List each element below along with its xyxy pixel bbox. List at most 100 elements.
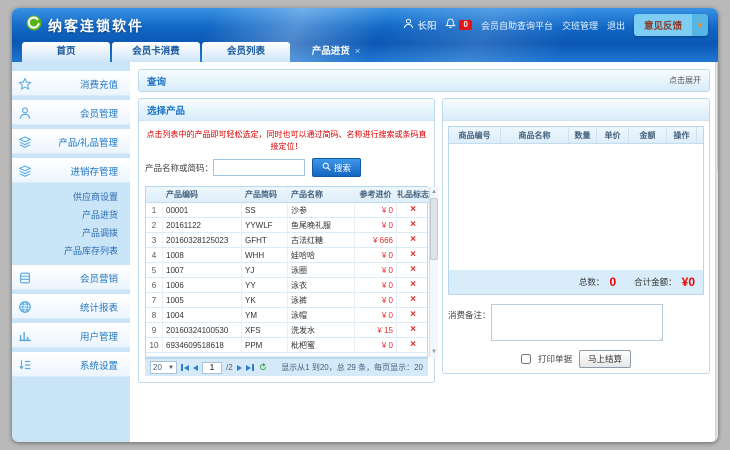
- product-cell: ¥ 0: [355, 338, 397, 352]
- checkout-button[interactable]: 马上结算: [579, 350, 631, 368]
- product-cell: 8: [146, 308, 163, 322]
- sidebar-item-label: 进销存管理: [38, 164, 130, 178]
- select-product-body: 点击列表中的产品即可轻松选定，同时也可以通过简码、名称进行搜索或条码直接定位！ …: [139, 120, 434, 382]
- product-table-header-row: 产品编码产品简码产品名称参考进价礼品标志: [146, 187, 429, 203]
- sidebar-item-label: 消费充值: [38, 77, 130, 91]
- product-cell: 1008: [163, 248, 242, 262]
- nav-link-self-service[interactable]: 会员自助查询平台: [481, 19, 553, 32]
- remark-textarea[interactable]: [491, 304, 663, 341]
- table-scrollbar[interactable]: ▲ ▼: [429, 187, 438, 357]
- product-cell: 洗发水: [288, 323, 355, 337]
- remark-row: 消费备注：: [448, 304, 704, 341]
- sidebar-item-label: 产品/礼品管理: [38, 135, 130, 149]
- expand-toggle[interactable]: 点击展开: [669, 75, 701, 86]
- product-cell: ¥ 0: [355, 278, 397, 292]
- sidebar-item-0[interactable]: 消费充值: [12, 71, 130, 96]
- sidebar-submenu: 供应商设置产品进货产品调拨产品库存列表: [12, 187, 130, 265]
- sidebar-item-1[interactable]: 会员管理: [12, 100, 130, 125]
- product-cell: YM: [242, 308, 288, 322]
- feedback-label: 意见反馈: [634, 14, 692, 36]
- submenu-item-3[interactable]: 产品库存列表: [12, 242, 130, 260]
- submenu-item-0[interactable]: 供应商设置: [12, 188, 130, 206]
- sidebar-item-6[interactable]: 用户管理: [12, 323, 130, 348]
- notification-area[interactable]: 0: [445, 18, 471, 32]
- scroll-up-icon[interactable]: ▲: [431, 187, 437, 197]
- product-cell: ¥ 666: [355, 233, 397, 247]
- first-page-button[interactable]: [181, 364, 189, 371]
- product-cell: GFHT: [242, 233, 288, 247]
- refresh-icon[interactable]: [258, 362, 268, 374]
- user-icon: [12, 106, 38, 120]
- current-user[interactable]: 长阳: [403, 18, 436, 32]
- product-row-6[interactable]: 61006YY泳衣¥ 0×: [146, 278, 429, 293]
- pagination-bar: 20 ▼ /2 显示从1 到20，总: [145, 358, 428, 376]
- total-amount-value: ¥0: [682, 275, 695, 289]
- cross-icon: ×: [410, 340, 416, 350]
- scroll-thumb[interactable]: [430, 198, 438, 260]
- chevron-down-icon: ▼: [168, 365, 174, 371]
- submenu-item-2[interactable]: 产品调拨: [12, 224, 130, 242]
- product-row-4[interactable]: 41008WHH娃哈哈¥ 0×: [146, 248, 429, 263]
- sidebar-item-label: 会员营销: [38, 271, 130, 285]
- page-size-select[interactable]: 20 ▼: [150, 361, 177, 374]
- tab-3[interactable]: 产品进货×: [292, 42, 380, 62]
- tab-0[interactable]: 首页: [22, 42, 110, 62]
- query-panel-header[interactable]: 查询 点击展开: [139, 70, 709, 91]
- cart-column-header: 商品编号: [449, 127, 501, 143]
- product-cell: 6934609518618: [163, 338, 242, 352]
- sidebar-item-2[interactable]: 产品/礼品管理: [12, 129, 130, 154]
- nav-link-shift-manage[interactable]: 交班管理: [562, 19, 598, 32]
- app-title: 纳客连锁软件: [48, 16, 144, 36]
- product-cell: PPM: [242, 338, 288, 352]
- product-row-9[interactable]: 920160324100530XFS洗发水¥ 15×: [146, 323, 429, 338]
- sidebar-item-3[interactable]: 进销存管理: [12, 158, 130, 183]
- gift-flag-cell: ×: [397, 308, 429, 322]
- product-cell: ¥ 0: [355, 293, 397, 307]
- total-count-value: 0: [609, 275, 616, 289]
- cross-icon: ×: [410, 295, 416, 305]
- search-button[interactable]: 搜索: [312, 158, 361, 177]
- cross-icon: ×: [410, 205, 416, 215]
- page-number-input[interactable]: [202, 362, 222, 374]
- sidebar-item-7[interactable]: 系统设置: [12, 352, 130, 377]
- product-row-clipped: [146, 353, 429, 357]
- tab-1[interactable]: 会员卡消费: [112, 42, 200, 62]
- sidebar-item-label: 用户管理: [38, 329, 130, 343]
- scroll-down-icon[interactable]: ▼: [431, 347, 437, 357]
- product-row-3[interactable]: 320160328125023GFHT古法红糖¥ 666×: [146, 233, 429, 248]
- product-row-5[interactable]: 51007YJ泳圈¥ 0×: [146, 263, 429, 278]
- cross-icon: ×: [410, 325, 416, 335]
- sidebar-item-5[interactable]: 统计报表: [12, 294, 130, 319]
- page-scroll-thumb[interactable]: [717, 62, 718, 172]
- prev-page-button[interactable]: [193, 365, 198, 371]
- gift-flag-cell: ×: [397, 323, 429, 337]
- product-cell: 3: [146, 233, 163, 247]
- product-row-10[interactable]: 106934609518618PPM枇杷蜜¥ 0×: [146, 338, 429, 353]
- last-page-button[interactable]: [246, 364, 254, 371]
- submenu-item-1[interactable]: 产品进货: [12, 206, 130, 224]
- print-receipt-label: 打印单据: [538, 353, 572, 365]
- feedback-button[interactable]: 意见反馈 ▼: [634, 14, 708, 36]
- product-row-7[interactable]: 71005YK泳裤¥ 0×: [146, 293, 429, 308]
- sidebar-item-4[interactable]: 会员营销: [12, 265, 130, 290]
- column-header: [146, 187, 163, 202]
- next-page-button[interactable]: [237, 365, 242, 371]
- tab-2[interactable]: 会员列表: [202, 42, 290, 62]
- totals-bar: 总数： 0 合计金额： ¥0: [449, 270, 703, 294]
- gift-flag-cell: ×: [397, 338, 429, 352]
- tab-close-icon[interactable]: ×: [355, 46, 361, 57]
- column-header: 产品简码: [242, 187, 288, 202]
- print-receipt-checkbox[interactable]: [521, 354, 531, 364]
- product-row-8[interactable]: 81004YM泳帽¥ 0×: [146, 308, 429, 323]
- product-table: 产品编码产品简码产品名称参考进价礼品标志100001SS沙参¥ 0×220161…: [145, 186, 428, 358]
- product-row-2[interactable]: 220161122YYWLF鱼尾晚礼服¥ 0×: [146, 218, 429, 233]
- product-cell: 1006: [163, 278, 242, 292]
- page-scrollbar[interactable]: [715, 62, 718, 442]
- nav-link-logout[interactable]: 退出: [607, 19, 625, 32]
- archive-icon: [12, 271, 38, 285]
- cross-icon: ×: [410, 250, 416, 260]
- search-input[interactable]: [213, 159, 305, 176]
- product-cell: 7: [146, 293, 163, 307]
- product-row-1[interactable]: 100001SS沙参¥ 0×: [146, 203, 429, 218]
- product-cell: YJ: [242, 263, 288, 277]
